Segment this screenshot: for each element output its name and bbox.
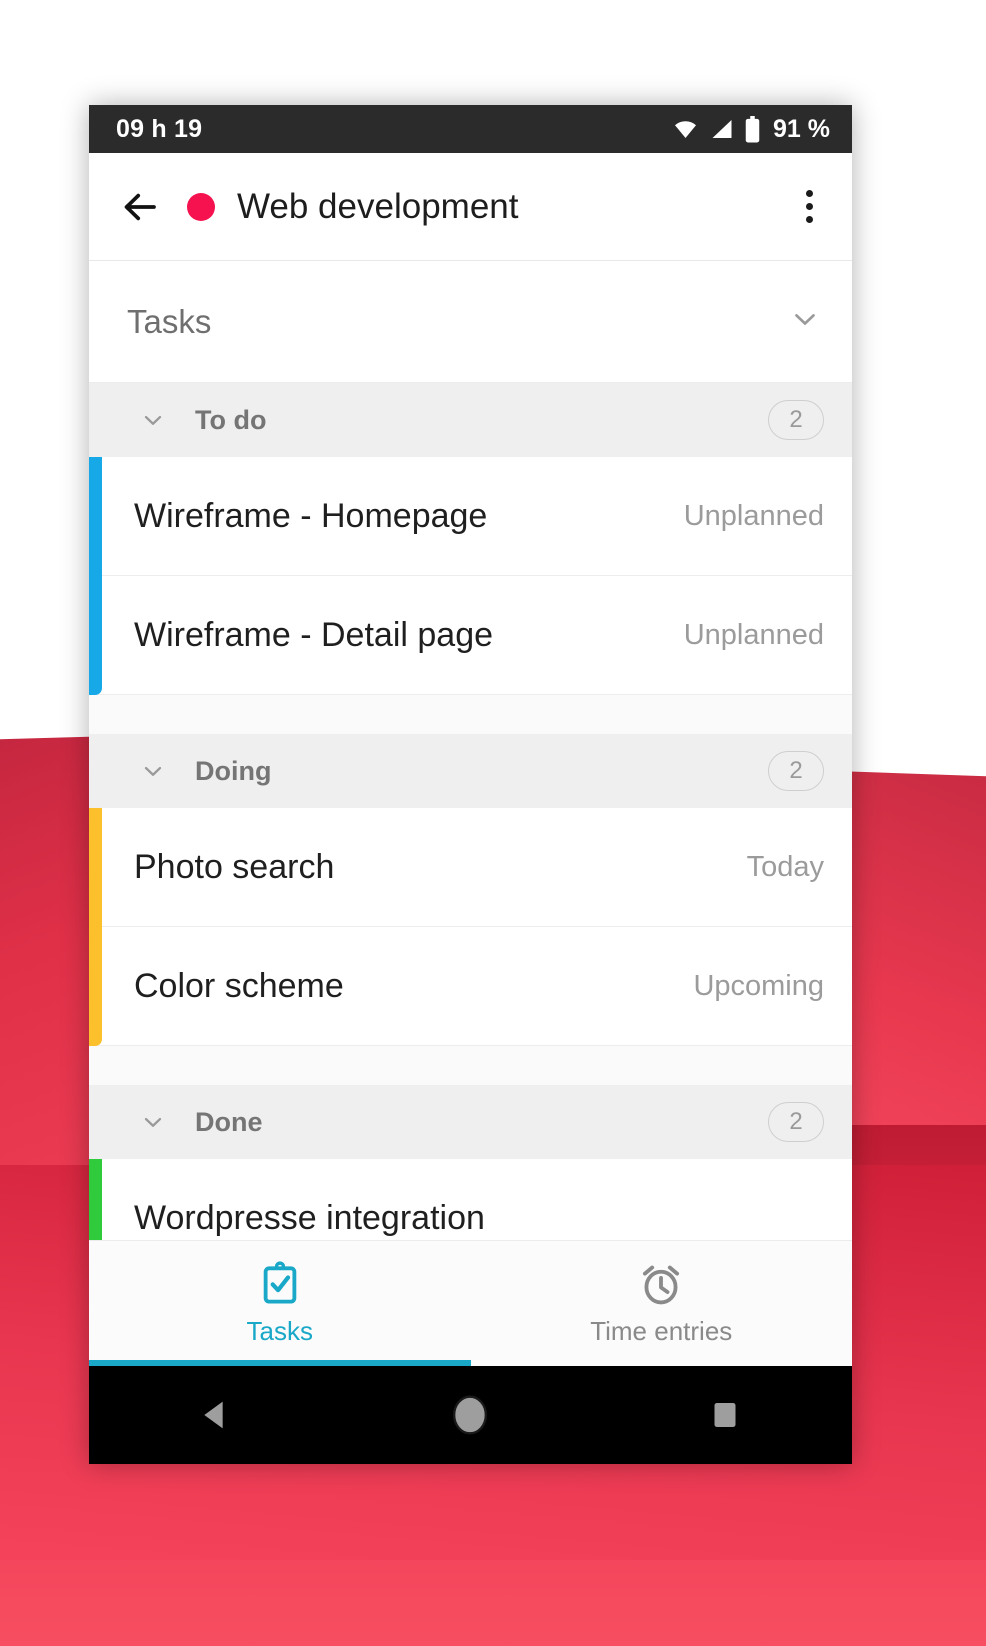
task-row[interactable]: Color scheme Upcoming	[89, 927, 852, 1046]
status-clock: 09 h 19	[116, 114, 203, 143]
tab-time-entries[interactable]: Time entries	[471, 1241, 853, 1366]
alarm-clock-icon	[643, 1265, 680, 1304]
task-group-count-badge: 2	[768, 400, 824, 440]
phone-screen: 09 h 19 91 % Web development Tasks To do…	[89, 105, 852, 1464]
task-group-separator	[89, 695, 852, 734]
cellular-signal-icon	[712, 120, 732, 138]
more-vertical-icon-dot	[805, 216, 813, 223]
tab-label: Tasks	[246, 1315, 313, 1346]
tab-tasks[interactable]: Tasks	[89, 1241, 471, 1366]
nav-back-button[interactable]	[168, 1380, 264, 1450]
project-color-dot	[187, 192, 215, 221]
task-group-count-badge: 2	[768, 1102, 824, 1142]
nav-back-triangle-icon	[204, 1401, 223, 1429]
wallpaper-shape-footer	[0, 1560, 986, 1646]
task-group-separator	[89, 1046, 852, 1085]
task-row[interactable]: Photo search Today	[89, 808, 852, 927]
task-due-label: Unplanned	[683, 499, 824, 532]
nav-home-button[interactable]	[422, 1380, 518, 1450]
task-row[interactable]: Wordpresse integration	[89, 1159, 852, 1240]
task-row[interactable]: Wireframe - Homepage Unplanned	[89, 457, 852, 576]
task-due-label: Upcoming	[693, 969, 824, 1002]
bottom-tab-bar: Tasks Time entries	[89, 1240, 852, 1366]
status-bar: 09 h 19 91 %	[89, 105, 852, 153]
status-icons: 91 %	[672, 115, 830, 144]
battery-percentage: 91 %	[773, 114, 830, 143]
task-group-header[interactable]: Doing 2	[89, 734, 852, 808]
tasks-filter-label: Tasks	[127, 302, 212, 340]
task-group-title: To do	[195, 404, 267, 435]
nav-recents-square-icon	[714, 1403, 736, 1427]
chevron-down-icon	[139, 406, 167, 434]
task-group-count-badge: 2	[768, 751, 824, 791]
task-group-header[interactable]: To do 2	[89, 383, 852, 457]
clipboard-check-icon	[263, 1260, 297, 1304]
app-bar: Web development	[89, 153, 852, 261]
tab-active-indicator	[89, 1360, 471, 1366]
task-group-title: Doing	[195, 755, 272, 786]
nav-recents-button[interactable]	[677, 1380, 773, 1450]
task-name: Color scheme	[134, 966, 344, 1005]
back-button[interactable]	[113, 180, 167, 234]
overflow-menu-button[interactable]	[784, 176, 834, 238]
task-due-label: Unplanned	[683, 618, 824, 651]
task-name: Wireframe - Homepage	[134, 496, 488, 535]
task-group: Done 2 Wordpresse integration	[89, 1085, 852, 1240]
task-group-header[interactable]: Done 2	[89, 1085, 852, 1159]
task-name: Wireframe - Detail page	[134, 615, 494, 654]
task-group-list[interactable]: To do 2 Wireframe - Homepage Unplanned Wiref…	[89, 383, 852, 1240]
task-name: Wordpresse integration	[134, 1198, 485, 1237]
battery-icon	[745, 115, 760, 142]
more-vertical-icon-dot	[805, 203, 813, 210]
task-group: Doing 2 Photo search Today Color scheme Upcom…	[89, 734, 852, 1046]
chevron-down-icon	[139, 1108, 167, 1136]
task-name: Photo search	[134, 847, 335, 886]
chevron-down-icon	[788, 302, 822, 341]
more-vertical-icon-dot	[805, 190, 813, 197]
task-group-title: Done	[195, 1106, 263, 1137]
wifi-icon	[675, 121, 697, 138]
nav-home-circle-icon	[453, 1395, 488, 1435]
chevron-down-icon	[139, 757, 167, 785]
tab-label: Time entries	[590, 1315, 733, 1346]
tasks-filter-selector[interactable]: Tasks	[89, 261, 852, 383]
task-due-label: Today	[746, 850, 824, 883]
system-navigation-bar	[89, 1366, 852, 1464]
page-title: Web development	[237, 186, 519, 226]
task-group: To do 2 Wireframe - Homepage Unplanned Wiref…	[89, 383, 852, 695]
arrow-left-icon	[124, 193, 156, 220]
task-row[interactable]: Wireframe - Detail page Unplanned	[89, 576, 852, 695]
